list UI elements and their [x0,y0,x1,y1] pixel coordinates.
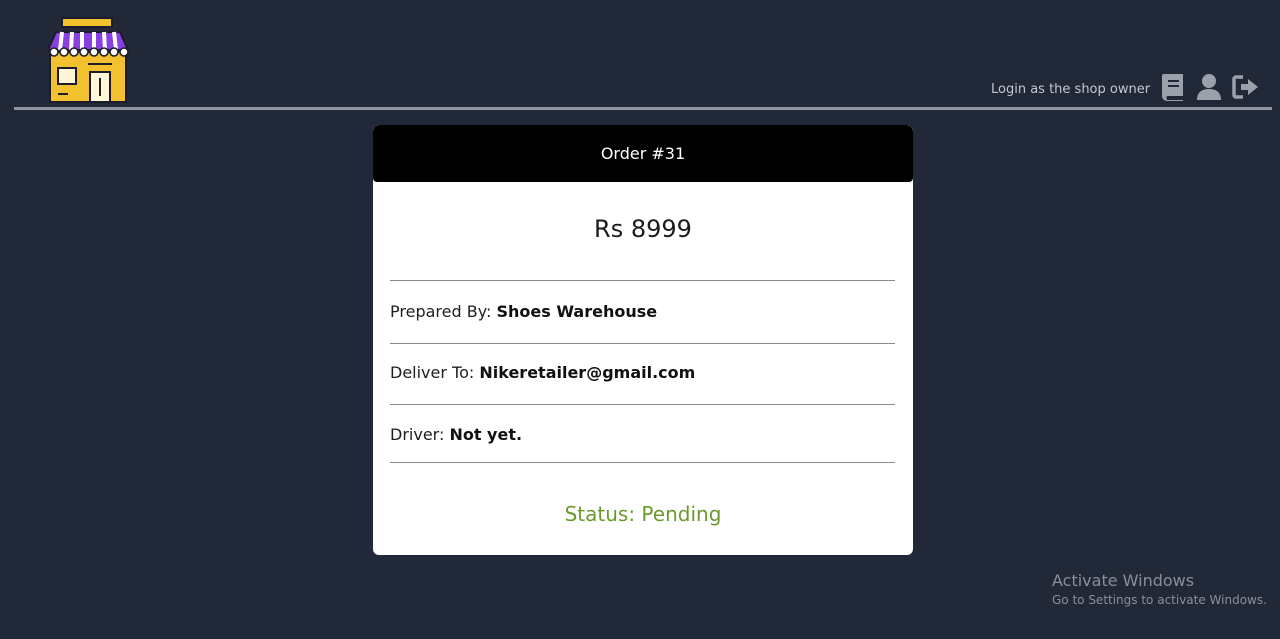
store-logo[interactable] [44,16,132,104]
divider [390,280,895,281]
activate-windows-subtitle: Go to Settings to activate Windows. [1052,593,1267,607]
header-divider [14,107,1272,110]
prepared-by-row: Prepared By: Shoes Warehouse [390,302,895,321]
order-status: Status: Pending [564,502,722,526]
page: Login as the shop owner Order #31 Rs 899… [0,0,1280,639]
divider [390,343,895,344]
prepared-by-value: Shoes Warehouse [496,302,658,321]
deliver-to-row: Deliver To: Nikeretailer@gmail.com [390,363,895,382]
order-card-header: Order #31 [373,125,913,182]
sign-out-icon[interactable] [1232,72,1260,102]
driver-label: Driver: [390,425,445,444]
login-as-shop-owner-link[interactable]: Login as the shop owner [991,82,1150,97]
prepared-by-label: Prepared By: [390,302,492,321]
user-icon[interactable] [1195,72,1223,102]
order-title: Order #31 [600,144,686,163]
deliver-to-value: Nikeretailer@gmail.com [479,363,696,382]
deliver-to-label: Deliver To: [390,363,475,382]
header: Login as the shop owner [0,0,1280,110]
activate-windows-title: Activate Windows [1052,571,1195,590]
book-icon[interactable] [1159,72,1187,102]
order-amount: Rs 8999 [594,215,692,243]
divider [390,462,895,463]
divider [390,404,895,405]
order-card: Order #31 Rs 8999 Prepared By: Shoes War… [373,125,913,555]
driver-value: Not yet. [449,425,523,444]
driver-row: Driver: Not yet. [390,425,895,444]
